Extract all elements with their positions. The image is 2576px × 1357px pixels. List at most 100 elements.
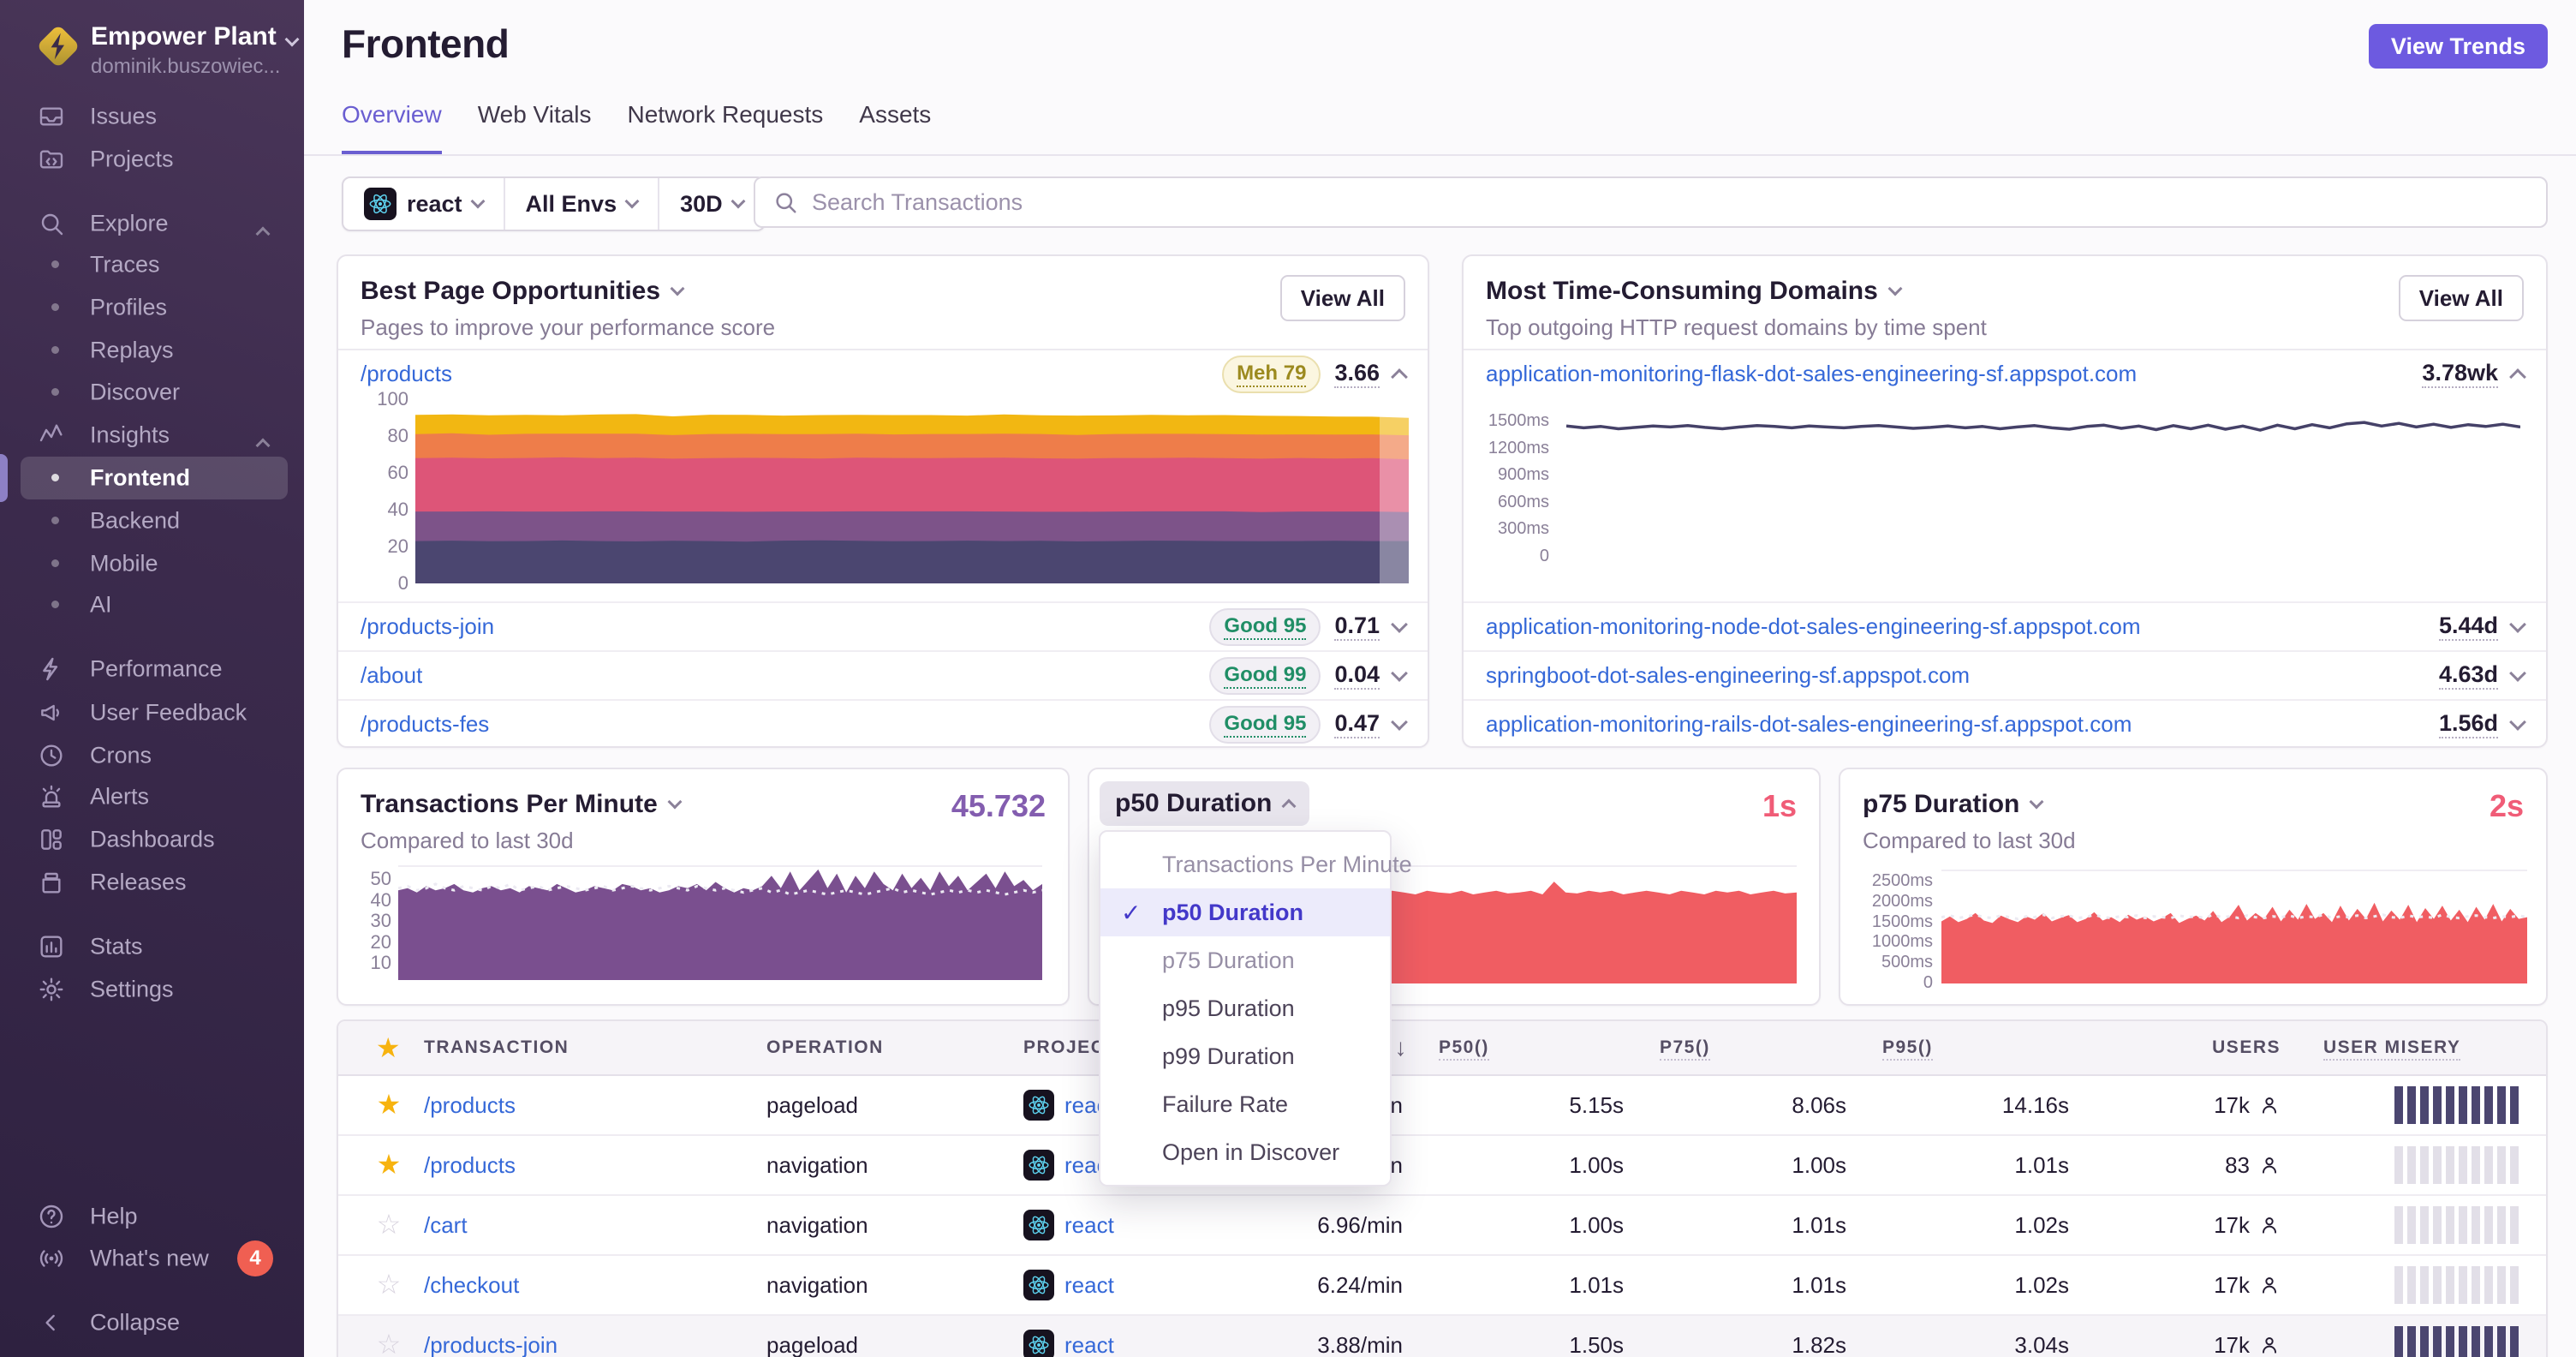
list-row[interactable]: application-monitoring-rails-dot-sales-e… (1464, 699, 2546, 748)
transaction-link[interactable]: /products (424, 1092, 516, 1118)
sidebar-item-frontend[interactable]: Frontend (21, 457, 288, 499)
list-row[interactable]: /products-fes Good 95 0.47 (338, 699, 1428, 748)
sidebar-item-profiles[interactable]: Profiles (0, 286, 304, 329)
star-icon[interactable]: ☆ (377, 1329, 402, 1357)
org-switcher[interactable]: Empower Plant dominik.buszowiec... (0, 0, 304, 94)
tab-overview[interactable]: Overview (342, 101, 442, 156)
menu-item-transactions-per-minute[interactable]: Transactions Per Minute (1100, 840, 1412, 888)
star-icon[interactable]: ★ (377, 1089, 402, 1120)
sidebar-item-alerts[interactable]: Alerts (0, 775, 304, 818)
environment-filter[interactable]: All Envs (503, 178, 659, 230)
sidebar-item-crons[interactable]: Crons (0, 734, 304, 777)
chevron-up-icon[interactable] (1391, 368, 1408, 386)
chevron-down-icon[interactable] (2509, 713, 2526, 731)
column-header-user-misery[interactable]: USER MISERY (2318, 1037, 2529, 1061)
sidebar-item-performance[interactable]: Performance (0, 648, 304, 690)
sidebar-item-dashboards[interactable]: Dashboards (0, 818, 304, 861)
sidebar-item-settings[interactable]: Settings (0, 968, 304, 1011)
list-row[interactable]: application-monitoring-flask-dot-sales-e… (1464, 349, 2546, 398)
menu-item-p75-duration[interactable]: p75 Duration (1100, 936, 1390, 984)
sidebar-item-backend[interactable]: Backend (0, 499, 304, 542)
panel-title[interactable]: Most Time-Consuming Domains (1486, 277, 1903, 306)
transaction-link[interactable]: /products-join (424, 1332, 558, 1357)
domain-link[interactable]: application-monitoring-node-dot-sales-en… (1486, 613, 2141, 640)
view-all-button[interactable]: View All (2398, 275, 2524, 321)
page-link[interactable]: /products-fes (361, 711, 489, 738)
chevron-down-icon[interactable] (1391, 713, 1408, 731)
menu-item-p95-duration[interactable]: p95 Duration (1100, 984, 1390, 1032)
p95-cell: 1.02s (2014, 1211, 2069, 1238)
panel-title[interactable]: p75 Duration (1863, 790, 2044, 819)
menu-item-p99-duration[interactable]: p99 Duration (1100, 1032, 1390, 1080)
sidebar-item-replays[interactable]: Replays (0, 329, 304, 372)
list-row[interactable]: springboot-dot-sales-engineering-sf.apps… (1464, 650, 2546, 699)
sidebar-item-help[interactable]: Help (0, 1195, 304, 1238)
view-trends-button[interactable]: View Trends (2368, 24, 2548, 69)
sidebar-item-insights[interactable]: Insights (0, 414, 304, 457)
column-header-p95-[interactable]: P95() (1877, 1037, 2100, 1061)
sidebar-item-discover[interactable]: Discover (0, 371, 304, 414)
panel-title[interactable]: Transactions Per Minute (361, 790, 683, 819)
date-range-filter[interactable]: 30D (658, 178, 764, 230)
domain-link[interactable]: application-monitoring-flask-dot-sales-e… (1486, 361, 2137, 387)
transaction-link[interactable]: /checkout (424, 1272, 519, 1298)
star-icon[interactable]: ☆ (377, 1269, 402, 1300)
metric-selector-button[interactable]: p50 Duration (1100, 781, 1310, 826)
sidebar-item-explore[interactable]: Explore (0, 202, 304, 245)
menu-item-failure-rate[interactable]: Failure Rate (1100, 1080, 1390, 1128)
domain-link[interactable]: springboot-dot-sales-engineering-sf.apps… (1486, 662, 1970, 689)
chevron-down-icon[interactable] (2509, 664, 2526, 682)
table-row[interactable]: ☆ /checkout navigation react 6.24/min 1.01s 1.… (338, 1256, 2546, 1316)
domain-link[interactable]: application-monitoring-rails-dot-sales-e… (1486, 711, 2132, 738)
table-row[interactable]: ☆ /cart navigation react 6.96/min 1.00s 1.01s 1… (338, 1196, 2546, 1256)
sidebar-item-mobile[interactable]: Mobile (0, 542, 304, 585)
column-header-p75-[interactable]: P75() (1655, 1037, 1877, 1061)
project-link[interactable]: react (1023, 1210, 1249, 1240)
sidebar-item-traces[interactable]: Traces (0, 243, 304, 286)
panel-title[interactable]: Best Page Opportunities (361, 277, 685, 306)
sidebar-item-stats[interactable]: Stats (0, 925, 304, 968)
react-icon (364, 188, 397, 220)
project-link[interactable]: react (1023, 1330, 1249, 1357)
y-tick-label: 900ms (1497, 465, 1549, 485)
transaction-link[interactable]: /products (424, 1152, 516, 1178)
view-all-button[interactable]: View All (1279, 275, 1405, 321)
sidebar-item-projects[interactable]: Projects (0, 138, 304, 181)
sidebar-item-releases[interactable]: Releases (0, 861, 304, 904)
list-row[interactable]: /products-join Good 95 0.71 (338, 601, 1428, 650)
chevron-up-icon[interactable] (2509, 368, 2526, 386)
column-header-operation[interactable]: OPERATION (761, 1037, 1018, 1058)
page-link[interactable]: /products-join (361, 613, 494, 640)
p50-cell: 1.00s (1569, 1151, 1624, 1178)
chevron-down-icon[interactable] (2509, 615, 2526, 633)
column-header-transaction[interactable]: TRANSACTION (419, 1037, 761, 1058)
sidebar-item-issues[interactable]: Issues (0, 95, 304, 138)
sidebar-item-what-s-new[interactable]: What's new 4 (0, 1237, 304, 1280)
list-row[interactable]: /about Good 99 0.04 (338, 650, 1428, 699)
project-link[interactable]: react (1023, 1270, 1249, 1300)
transaction-link[interactable]: /cart (424, 1212, 468, 1238)
page-link[interactable]: /about (361, 662, 422, 689)
sidebar-item-user-feedback[interactable]: User Feedback (0, 691, 304, 734)
menu-item-open-in-discover[interactable]: Open in Discover (1100, 1128, 1390, 1176)
tab-web-vitals[interactable]: Web Vitals (478, 101, 592, 151)
list-row[interactable]: application-monitoring-node-dot-sales-en… (1464, 601, 2546, 650)
chevron-down-icon[interactable] (1391, 664, 1408, 682)
star-icon[interactable]: ★ (377, 1149, 402, 1180)
star-icon[interactable]: ☆ (377, 1209, 402, 1240)
table-row[interactable]: ☆ /products-join pageload react 3.88/min 1.50… (338, 1316, 2546, 1357)
page-link[interactable]: /products (361, 361, 452, 387)
column-header-users[interactable]: USERS (2100, 1037, 2318, 1058)
chevron-down-icon[interactable] (1391, 615, 1408, 633)
column-header-p50-[interactable]: P50() (1434, 1037, 1655, 1061)
table-row[interactable]: ★/productsnavigationreact…/min1.00s1.00s… (338, 1136, 2546, 1196)
sidebar-item-ai[interactable]: AI (0, 583, 304, 626)
project-filter[interactable]: react (343, 178, 504, 230)
sidebar-item-collapse[interactable]: Collapse (0, 1301, 304, 1344)
tab-assets[interactable]: Assets (859, 101, 931, 151)
table-row[interactable]: ★/productspageloadreact…/min5.15s8.06s14… (338, 1076, 2546, 1136)
list-row[interactable]: /products Meh 79 3.66 (338, 349, 1428, 398)
tab-network-requests[interactable]: Network Requests (628, 101, 824, 151)
search-input[interactable] (810, 188, 2529, 217)
menu-item-p50-duration[interactable]: ✓ p50 Duration (1100, 888, 1390, 936)
